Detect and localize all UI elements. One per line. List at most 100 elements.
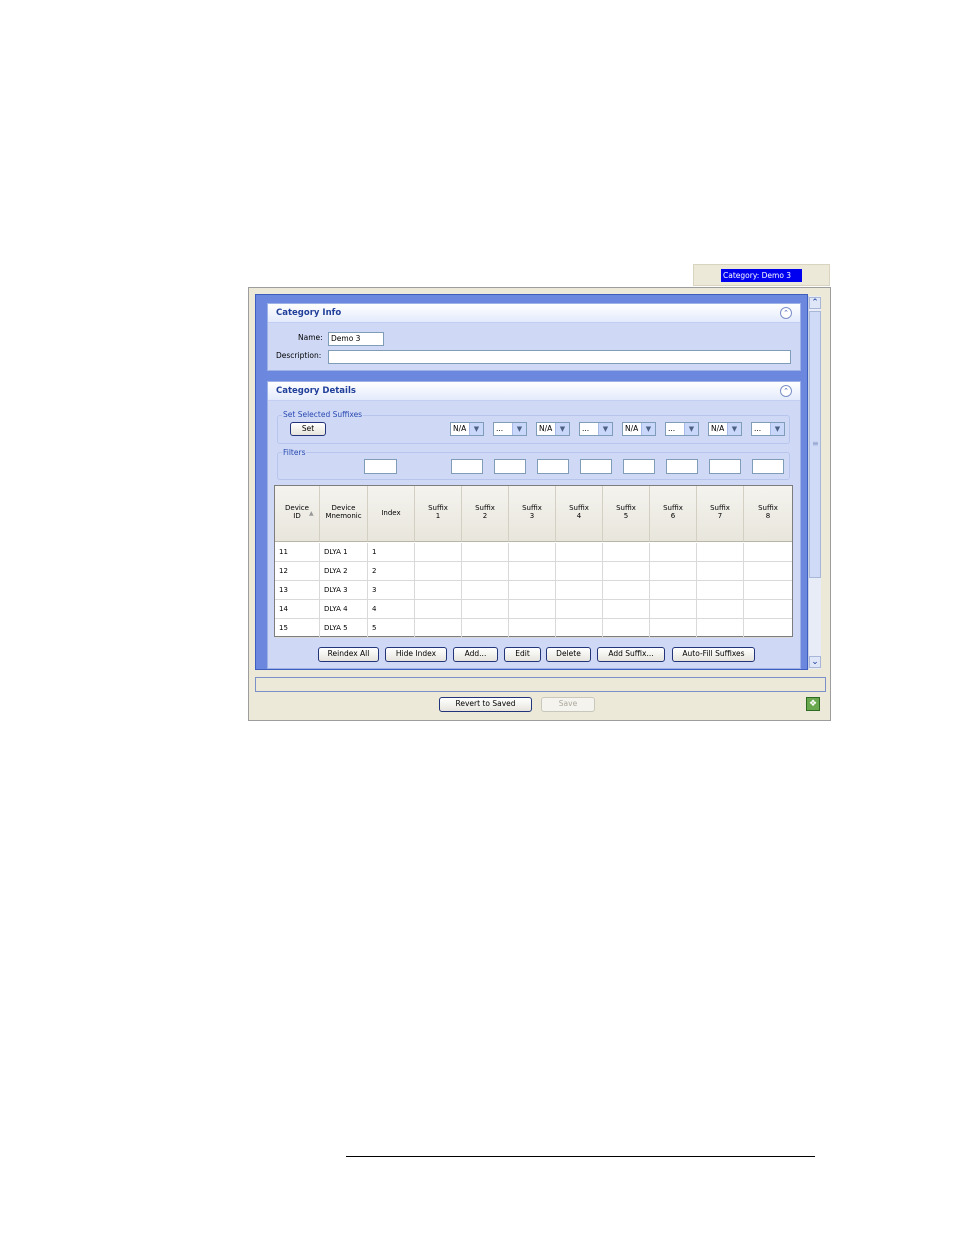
filter-suffix-4-input[interactable] bbox=[580, 459, 612, 474]
auto-fill-suffixes-button[interactable]: Auto-Fill Suffixes bbox=[672, 647, 755, 662]
column-header-index[interactable]: Index bbox=[368, 486, 415, 542]
table-cell[interactable] bbox=[415, 581, 462, 600]
table-cell[interactable] bbox=[697, 600, 744, 619]
table-cell[interactable] bbox=[509, 619, 556, 638]
table-cell[interactable]: 14 bbox=[275, 600, 320, 619]
tab-category-demo-3[interactable]: Category: Demo 3 bbox=[721, 269, 802, 282]
table-cell[interactable] bbox=[556, 543, 603, 562]
table-cell[interactable] bbox=[462, 600, 509, 619]
filter-suffix-7-input[interactable] bbox=[709, 459, 741, 474]
table-cell[interactable] bbox=[603, 562, 650, 581]
name-field[interactable]: Demo 3 bbox=[328, 332, 384, 346]
column-header-device-mnemonic[interactable]: Device Mnemonic bbox=[320, 486, 368, 542]
filter-suffix-8-input[interactable] bbox=[752, 459, 784, 474]
suffix-6-select[interactable]: ... ▼ bbox=[665, 422, 699, 436]
column-header-suffix-3[interactable]: Suffix 3 bbox=[509, 486, 556, 542]
table-cell[interactable] bbox=[509, 581, 556, 600]
table-cell[interactable] bbox=[697, 543, 744, 562]
table-cell[interactable]: DLYA 5 bbox=[320, 619, 368, 638]
table-cell[interactable] bbox=[556, 600, 603, 619]
table-cell[interactable]: 12 bbox=[275, 562, 320, 581]
table-cell[interactable]: 1 bbox=[368, 543, 415, 562]
table-cell[interactable]: 3 bbox=[368, 581, 415, 600]
table-cell[interactable] bbox=[415, 543, 462, 562]
table-cell[interactable] bbox=[697, 562, 744, 581]
table-cell[interactable] bbox=[556, 619, 603, 638]
table-cell[interactable] bbox=[650, 619, 697, 638]
description-field[interactable] bbox=[328, 350, 791, 364]
column-header-suffix-6[interactable]: Suffix 6 bbox=[650, 486, 697, 542]
table-cell[interactable] bbox=[415, 619, 462, 638]
hide-index-button[interactable]: Hide Index bbox=[385, 647, 447, 662]
suffix-8-select[interactable]: ... ▼ bbox=[751, 422, 785, 436]
add-suffix-button[interactable]: Add Suffix... bbox=[597, 647, 665, 662]
table-cell[interactable] bbox=[697, 581, 744, 600]
table-cell[interactable]: DLYA 4 bbox=[320, 600, 368, 619]
table-cell[interactable] bbox=[462, 581, 509, 600]
table-cell[interactable]: 2 bbox=[368, 562, 415, 581]
collapse-up-icon[interactable]: ⌃ bbox=[780, 307, 792, 319]
table-cell[interactable] bbox=[603, 619, 650, 638]
table-cell[interactable] bbox=[415, 562, 462, 581]
scroll-up-icon[interactable]: ⌃ bbox=[809, 297, 821, 309]
table-cell[interactable]: 4 bbox=[368, 600, 415, 619]
filter-suffix-2-input[interactable] bbox=[494, 459, 526, 474]
collapse-up-icon[interactable]: ⌃ bbox=[780, 385, 792, 397]
reindex-all-button[interactable]: Reindex All bbox=[318, 647, 379, 662]
table-cell[interactable] bbox=[509, 562, 556, 581]
table-cell[interactable]: 15 bbox=[275, 619, 320, 638]
table-cell[interactable] bbox=[744, 543, 792, 562]
column-header-suffix-5[interactable]: Suffix 5 bbox=[603, 486, 650, 542]
table-cell[interactable] bbox=[509, 543, 556, 562]
table-cell[interactable]: DLYA 2 bbox=[320, 562, 368, 581]
table-cell[interactable] bbox=[603, 600, 650, 619]
table-cell[interactable]: 5 bbox=[368, 619, 415, 638]
filter-suffix-6-input[interactable] bbox=[666, 459, 698, 474]
table-cell[interactable] bbox=[650, 581, 697, 600]
add-button[interactable]: Add... bbox=[453, 647, 498, 662]
suffix-5-select[interactable]: N/A ▼ bbox=[622, 422, 656, 436]
table-cell[interactable] bbox=[603, 543, 650, 562]
filter-suffix-1-input[interactable] bbox=[451, 459, 483, 474]
suffix-1-select[interactable]: N/A ▼ bbox=[450, 422, 484, 436]
table-cell[interactable] bbox=[462, 543, 509, 562]
suffix-7-select[interactable]: N/A ▼ bbox=[708, 422, 742, 436]
filter-suffix-5-input[interactable] bbox=[623, 459, 655, 474]
table-cell[interactable] bbox=[603, 581, 650, 600]
delete-button[interactable]: Delete bbox=[546, 647, 591, 662]
table-cell[interactable] bbox=[650, 562, 697, 581]
table-cell[interactable] bbox=[650, 600, 697, 619]
table-cell[interactable] bbox=[462, 562, 509, 581]
table-cell[interactable] bbox=[744, 600, 792, 619]
suffix-4-select[interactable]: ... ▼ bbox=[579, 422, 613, 436]
help-icon[interactable]: ❖ bbox=[806, 697, 820, 711]
filter-index-input[interactable] bbox=[364, 459, 397, 474]
table-cell[interactable] bbox=[556, 581, 603, 600]
table-cell[interactable] bbox=[744, 562, 792, 581]
filter-suffix-3-input[interactable] bbox=[537, 459, 569, 474]
edit-button[interactable]: Edit bbox=[504, 647, 541, 662]
suffix-2-select[interactable]: ... ▼ bbox=[493, 422, 527, 436]
table-cell[interactable]: DLYA 1 bbox=[320, 543, 368, 562]
table-cell[interactable] bbox=[744, 581, 792, 600]
scroll-down-icon[interactable]: ⌄ bbox=[809, 656, 821, 668]
suffix-3-select[interactable]: N/A ▼ bbox=[536, 422, 570, 436]
revert-to-saved-button[interactable]: Revert to Saved bbox=[439, 697, 532, 712]
column-header-suffix-7[interactable]: Suffix 7 bbox=[697, 486, 744, 542]
table-cell[interactable]: 13 bbox=[275, 581, 320, 600]
table-cell[interactable] bbox=[697, 619, 744, 638]
column-header-suffix-4[interactable]: Suffix 4 bbox=[556, 486, 603, 542]
table-cell[interactable] bbox=[462, 619, 509, 638]
column-header-suffix-2[interactable]: Suffix 2 bbox=[462, 486, 509, 542]
table-cell[interactable] bbox=[556, 562, 603, 581]
table-cell[interactable] bbox=[650, 543, 697, 562]
save-button[interactable]: Save bbox=[541, 697, 595, 712]
column-header-suffix-1[interactable]: Suffix 1 bbox=[415, 486, 462, 542]
column-header-suffix-8[interactable]: Suffix 8 bbox=[744, 486, 792, 542]
set-button[interactable]: Set bbox=[290, 422, 326, 436]
table-cell[interactable] bbox=[744, 619, 792, 638]
table-cell[interactable]: DLYA 3 bbox=[320, 581, 368, 600]
table-cell[interactable]: 11 bbox=[275, 543, 320, 562]
table-cell[interactable] bbox=[415, 600, 462, 619]
table-cell[interactable] bbox=[509, 600, 556, 619]
